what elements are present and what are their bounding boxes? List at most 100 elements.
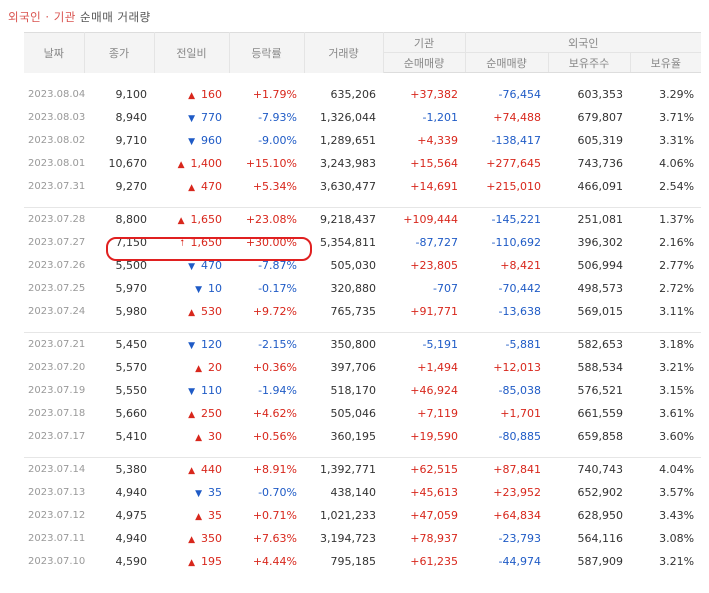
rate-cell: +7.63% — [252, 532, 297, 545]
date-cell: 2023.08.01 — [28, 158, 86, 169]
change-cell: ▲ 250 — [154, 402, 229, 425]
triangle-up-icon: ▲ — [188, 558, 195, 568]
volume-cell: 518,170 — [330, 384, 377, 397]
close-cell: 5,500 — [115, 259, 148, 272]
close-cell: 4,975 — [115, 509, 148, 522]
change-value: 35 — [208, 486, 222, 499]
inst-net-cell: +46,924 — [410, 384, 458, 397]
foreign-hold-cell: 652,902 — [577, 486, 624, 499]
spacer-cell — [24, 323, 701, 333]
table-row: 2023.08.02 9,710 ▼ 960 -9.00% 1,289,651 +4,339… — [24, 129, 701, 152]
table-row: 2023.07.28 8,800 ▲ 1,650 +23.08% 9,218,437 +10… — [24, 207, 702, 231]
foreign-net-cell: +23,952 — [493, 486, 541, 499]
change-value: 250 — [201, 407, 222, 420]
date-cell: 2023.07.14 — [24, 457, 85, 481]
close-cell: 5,380 — [84, 457, 154, 481]
foreign-hold-cell: 498,573 — [577, 282, 624, 295]
foreign-hold-cell: 396,302 — [577, 236, 624, 249]
date-cell: 2023.07.27 — [28, 237, 86, 248]
close-cell: 9,270 — [115, 180, 148, 193]
table-row: 2023.07.25 5,970 ▼ 10 -0.17% 320,880 -707 -70,4… — [24, 277, 701, 300]
close-cell: 5,970 — [115, 282, 148, 295]
triangle-up-icon: ▲ — [188, 91, 195, 101]
rate-cell: -2.15% — [229, 332, 304, 356]
triangle-down-icon: ▼ — [188, 262, 195, 272]
triangle-up-icon: ▲ — [195, 512, 202, 522]
foreign-net-cell: +87,841 — [465, 457, 548, 481]
group-spacer — [24, 448, 701, 458]
date-cell: 2023.07.25 — [28, 283, 86, 294]
table-row: 2023.08.03 8,940 ▼ 770 -7.93% 1,326,044 -1,201… — [24, 106, 701, 129]
rate-cell: +8.91% — [229, 457, 304, 481]
change-cell: ▼ 10 — [154, 277, 229, 300]
rate-cell: -7.93% — [258, 111, 297, 124]
spacer-cell — [24, 198, 701, 208]
foreign-ratio-cell: 2.72% — [659, 282, 695, 295]
change-value: 440 — [201, 463, 222, 476]
volume-cell: 1,326,044 — [320, 111, 376, 124]
volume-cell: 795,185 — [330, 555, 377, 568]
triangle-up-icon: ▲ — [177, 160, 185, 170]
date-cell: 2023.07.21 — [24, 332, 85, 356]
table-row: 2023.07.19 5,550 ▼ 110 -1.94% 518,170 +46,924 -… — [24, 379, 701, 402]
close-cell: 8,800 — [84, 207, 154, 231]
volume-cell: 438,140 — [330, 486, 377, 499]
inst-net-cell: +61,235 — [410, 555, 458, 568]
change-value: 195 — [201, 555, 222, 568]
table-row: 2023.07.12 4,975 ▲ 35 +0.71% 1,021,233 +47,059… — [24, 504, 701, 527]
table-row: 2023.07.11 4,940 ▲ 350 +7.63% 3,194,723 +78,93… — [24, 527, 701, 550]
change-cell: ⭡ 1,650 — [154, 231, 229, 254]
foreign-net-cell: +215,010 — [486, 180, 541, 193]
rate-cell: -9.00% — [258, 134, 297, 147]
close-cell: 5,450 — [84, 332, 154, 356]
col-rate: 등락률 — [229, 32, 305, 73]
table-row: 2023.07.10 4,590 ▲ 195 +4.44% 795,185 +61,235 -… — [24, 550, 701, 573]
triangle-down-icon: ▼ — [195, 285, 202, 295]
foreign-hold-cell: 740,743 — [548, 457, 630, 481]
volume-cell: 505,046 — [330, 407, 377, 420]
close-cell: 4,940 — [115, 486, 148, 499]
change-value: 1,650 — [190, 213, 223, 226]
table-body: 2023.08.04 9,100 ▲ 160 +1.79% 635,206 +37,382 -… — [24, 73, 702, 574]
change-value: 35 — [208, 509, 222, 522]
foreign-net-cell: -5,881 — [465, 332, 548, 356]
table-row: 2023.08.04 9,100 ▲ 160 +1.79% 635,206 +37,382 -… — [24, 83, 701, 106]
close-cell: 5,550 — [115, 384, 148, 397]
table-row: 2023.08.01 10,670 ▲ 1,400 +15.10% 3,243,983 +1… — [24, 152, 701, 175]
foreign-net-cell: -138,417 — [491, 134, 541, 147]
foreign-ratio-cell: 3.43% — [659, 509, 695, 522]
rate-cell: -0.70% — [258, 486, 297, 499]
inst-net-cell: -1,201 — [422, 111, 458, 124]
volume-cell: 3,194,723 — [320, 532, 376, 545]
date-cell: 2023.07.12 — [28, 510, 86, 521]
change-cell: ▲ 30 — [154, 425, 229, 448]
triangle-up-icon: ▲ — [188, 308, 195, 318]
foreign-hold-cell: 582,653 — [548, 332, 630, 356]
section-title: 외국인 · 기관 순매매 거래량 — [8, 9, 151, 25]
volume-cell: 9,218,437 — [304, 207, 383, 231]
foreign-ratio-cell: 4.06% — [659, 157, 695, 170]
close-cell: 5,980 — [115, 305, 148, 318]
spacer-cell — [24, 73, 701, 84]
volume-cell: 3,243,983 — [320, 157, 376, 170]
foreign-hold-cell: 628,950 — [577, 509, 624, 522]
date-cell: 2023.07.26 — [28, 260, 86, 271]
foreign-hold-cell: 569,015 — [577, 305, 624, 318]
inst-net-cell: +19,590 — [410, 430, 458, 443]
change-value: 1,650 — [190, 236, 223, 249]
change-cell: ▲ 470 — [154, 175, 229, 198]
change-cell: ▲ 35 — [154, 504, 229, 527]
change-cell: ▼ 960 — [154, 129, 229, 152]
foreign-net-cell: -110,692 — [491, 236, 541, 249]
header-row: 날짜 종가 전일비 등락률 거래량 기관 외국인 — [24, 32, 702, 73]
change-cell: ▼ 470 — [154, 254, 229, 277]
close-cell: 9,710 — [115, 134, 148, 147]
volume-cell: 1,289,651 — [320, 134, 376, 147]
change-value: 10 — [208, 282, 222, 295]
close-cell: 9,100 — [115, 88, 148, 101]
spacer-cell — [24, 448, 701, 458]
foreign-net-cell: -70,442 — [498, 282, 541, 295]
foreign-hold-cell: 466,091 — [577, 180, 624, 193]
rate-cell: +15.10% — [245, 157, 297, 170]
volume-cell: 5,354,811 — [320, 236, 376, 249]
